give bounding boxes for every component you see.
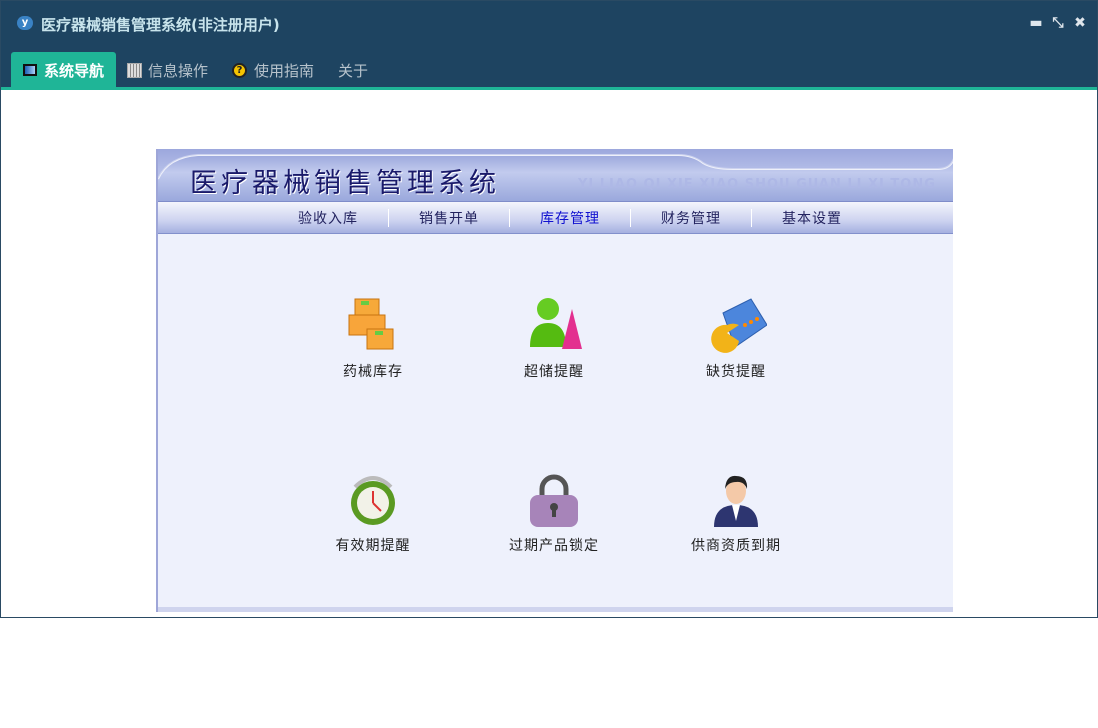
padlock-icon [530,474,578,527]
tab-label: 关于 [338,61,369,80]
tab-label: 信息操作 [148,61,209,80]
function-drug-inventory[interactable]: 药械库存 [283,295,463,381]
app-window: y 医疗器械销售管理系统(非注册用户) ▬ ⤡ ✖ 系统导航 信息操作 ? 使用… [0,0,1098,618]
panel-footer [158,607,953,612]
module-nav: 验收入库 销售开单 库存管理 财务管理 基本设置 [158,201,953,234]
function-label: 过期产品锁定 [509,538,599,554]
function-supplier-qualification[interactable]: 供商资质到期 [646,471,826,555]
grid-icon [127,62,143,78]
tab-label: 系统导航 [44,61,105,80]
tab-system-nav[interactable]: 系统导航 [11,52,117,88]
businessman-icon [714,475,758,527]
user-party-icon [530,298,582,349]
function-label: 超储提醒 [524,364,584,380]
window-title: 医疗器械销售管理系统(非注册用户) [41,16,280,34]
close-icon[interactable]: ✖ [1073,15,1087,31]
main-panel: 医疗器械销售管理系统 YI LIAO QI XIE XIAO SHOU GUAN… [156,149,953,612]
boxes-icon [348,298,394,350]
tab-label: 使用指南 [254,61,315,80]
tab-info-ops[interactable]: 信息操作 [116,52,220,88]
function-label: 缺货提醒 [706,364,766,380]
function-expiry-alert[interactable]: 有效期提醒 [283,471,463,555]
tab-about[interactable]: 关于 [326,52,380,88]
function-label: 供商资质到期 [691,538,781,554]
banner-subtitle: YI LIAO QI XIE XIAO SHOU GUAN LI XI TONG [578,177,936,192]
nav-finance[interactable]: 财务管理 [631,208,751,228]
restore-icon[interactable]: ⤡ [1051,15,1065,31]
nav-receiving[interactable]: 验收入库 [268,208,388,228]
book-pacman-icon [711,298,767,353]
function-label: 药械库存 [343,364,403,380]
help-icon: ? [232,62,248,78]
nav-inventory[interactable]: 库存管理 [510,208,630,228]
alarm-clock-icon [351,476,395,525]
function-overstock-alert[interactable]: 超储提醒 [464,295,644,381]
nav-settings[interactable]: 基本设置 [752,208,872,228]
minimize-icon[interactable]: ▬ [1029,15,1043,31]
banner: 医疗器械销售管理系统 YI LIAO QI XIE XIAO SHOU GUAN… [158,149,953,201]
banner-title: 医疗器械销售管理系统 [190,168,500,199]
tab-guide[interactable]: ? 使用指南 [220,52,326,88]
function-expired-lock[interactable]: 过期产品锁定 [464,471,644,555]
title-bar: y 医疗器械销售管理系统(非注册用户) ▬ ⤡ ✖ 系统导航 信息操作 ? 使用… [1,1,1097,88]
app-logo-icon: y [17,16,33,30]
monitor-icon [23,64,37,76]
function-label: 有效期提醒 [335,538,411,554]
nav-sales[interactable]: 销售开单 [389,208,509,228]
divider [1,87,1097,90]
menu-tabs: 系统导航 信息操作 ? 使用指南 关于 [11,52,380,88]
function-shortage-alert[interactable]: 缺货提醒 [646,295,826,381]
